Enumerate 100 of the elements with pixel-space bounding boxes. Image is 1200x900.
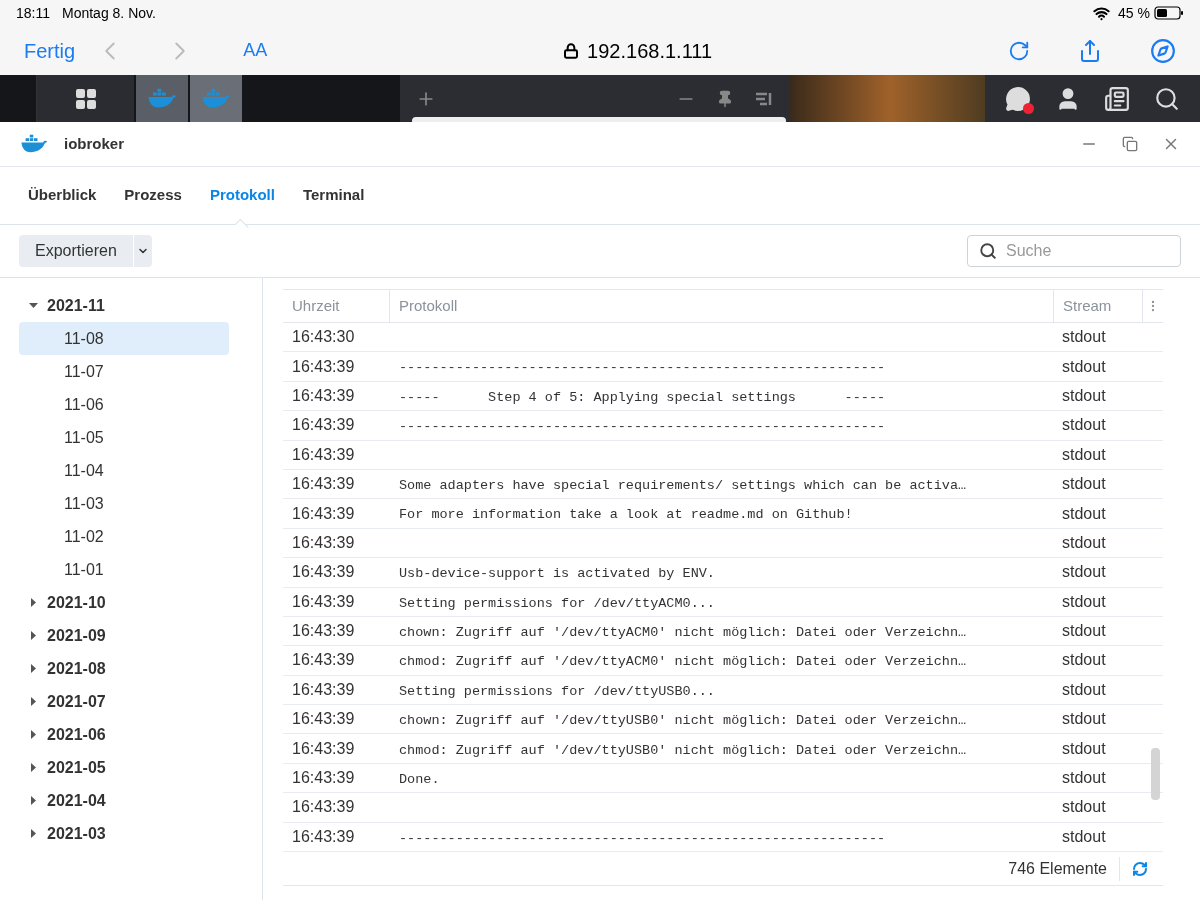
tree-item[interactable]: 11-03 (19, 487, 229, 520)
search-field[interactable]: Suche (967, 235, 1181, 267)
time-cell-text: 16:43:39 (291, 385, 356, 406)
tree-folder-label: 2021-05 (47, 757, 106, 778)
stream-cell-text: stdout (1061, 738, 1107, 759)
time-cell-text: 16:43:39 (291, 503, 356, 524)
app-button[interactable] (136, 75, 188, 122)
status-time: 18:11 (16, 3, 50, 23)
tab[interactable]: Prozess (124, 184, 182, 207)
log-message: Setting permissions for /dev/ttyUSB0... (399, 683, 715, 699)
collapsed-caret-icon (28, 631, 38, 640)
stream-cell-text: stdout (1061, 621, 1107, 642)
stream-cell-text: stdout (1061, 503, 1107, 524)
log-message: Setting permissions for /dev/ttyACM0... (399, 595, 715, 611)
stream-cell-text: stdout (1061, 562, 1107, 583)
time-cell-text: 16:43:39 (291, 444, 356, 465)
battery-icon (1154, 6, 1184, 20)
stream-cell-text: stdout (1061, 356, 1107, 377)
log-message: Usb-device-support is activated by ENV. (399, 566, 715, 582)
done-link[interactable]: Fertig (24, 35, 76, 66)
collapsed-caret-icon (28, 763, 38, 772)
tree-item[interactable]: 11-04 (19, 454, 229, 487)
refresh-icon[interactable] (1132, 860, 1148, 877)
grid-icon (73, 86, 98, 111)
collapsed-caret-icon (28, 664, 38, 673)
time-cell-text: 16:43:39 (291, 679, 356, 700)
tree-folder[interactable]: 2021-09 (19, 619, 229, 652)
time-cell-text: 16:43:39 (291, 591, 356, 612)
tree-folder-label: 2021-10 (47, 592, 106, 613)
time-cell-text: 16:43:39 (291, 826, 356, 847)
chat-icon (1004, 85, 1031, 112)
tree-folder-label: 2021-09 (47, 625, 106, 646)
time-cell-text: 16:43:39 (291, 621, 356, 642)
log-message: Done. (399, 771, 440, 787)
url-text[interactable]: 192.168.1.111 (587, 35, 713, 66)
time-cell-text: 16:43:39 (291, 562, 356, 583)
expanded-caret-icon (28, 301, 38, 310)
status-date: Montag 8. Nov. (62, 3, 156, 23)
scrollbar-thumb (1151, 748, 1160, 800)
export-dropdown-button[interactable] (133, 235, 152, 267)
tree-folder[interactable]: 2021-11 (19, 289, 229, 322)
log-message: For more information take a look at readme.md on Github! (399, 507, 853, 523)
restore-icon[interactable] (1122, 136, 1138, 152)
log-message: Some adapters have special requirements/ settings which can be activa… (399, 478, 967, 493)
tree-folder[interactable]: 2021-10 (19, 586, 229, 619)
stream-cell-text: stdout (1061, 385, 1107, 406)
stream-cell-text: stdout (1061, 444, 1107, 465)
tree-item[interactable]: 11-07 (19, 355, 229, 388)
app-icon (20, 134, 48, 154)
tree-item[interactable]: 11-06 (19, 388, 229, 421)
text-size-button[interactable]: AA (243, 37, 268, 64)
main-menu-button[interactable] (36, 75, 134, 122)
tree-item[interactable]: 11-08 (19, 322, 229, 355)
search-icon[interactable] (1154, 85, 1181, 112)
log-message: chmod: Zugriff auf '/dev/ttyACM0' nicht möglich: Datei oder Verzeichn… (399, 654, 967, 670)
battery-percent: 45 % (1118, 3, 1150, 23)
tree-item[interactable]: 11-02 (19, 520, 229, 553)
share-icon[interactable] (1078, 38, 1102, 63)
lock-icon (563, 42, 580, 59)
tab[interactable]: Überblick (28, 184, 97, 207)
tree-item[interactable]: 11-01 (19, 553, 229, 586)
tree-folder[interactable]: 2021-08 (19, 652, 229, 685)
tab[interactable]: Terminal (302, 184, 365, 207)
whale-icon (147, 88, 177, 109)
tree-folder-label: 2021-06 (47, 724, 106, 745)
whale-icon (201, 88, 231, 109)
tree-folder-label: 2021-04 (47, 790, 106, 811)
chat-button[interactable] (1004, 85, 1031, 112)
window-title: iobroker (64, 133, 124, 154)
time-cell-text: 16:43:39 (291, 738, 356, 759)
tree-folder[interactable]: 2021-04 (19, 784, 229, 817)
stream-cell-text: stdout (1061, 797, 1107, 818)
stream-cell-text: stdout (1061, 650, 1107, 671)
pin-icon[interactable] (716, 89, 734, 108)
stream-cell-text: stdout (1061, 826, 1107, 847)
tree-folder[interactable]: 2021-07 (19, 685, 229, 718)
log-message: ------------------------------------------------------------ (399, 419, 886, 435)
export-button[interactable]: Exportieren (19, 235, 133, 267)
news-icon[interactable] (1104, 85, 1131, 112)
time-cell-text: 16:43:39 (291, 650, 356, 671)
log-message: chmod: Zugriff auf '/dev/ttyUSB0' nicht möglich: Datei oder Verzeichn… (399, 742, 967, 758)
compass-icon[interactable] (1150, 37, 1176, 64)
time-cell-text: 16:43:39 (291, 532, 356, 553)
tree-folder-label: 2021-11 (47, 295, 105, 316)
stream-cell-text: stdout (1061, 474, 1107, 495)
search-icon (979, 242, 997, 260)
tree-folder[interactable]: 2021-03 (19, 817, 229, 850)
tree-folder[interactable]: 2021-05 (19, 751, 229, 784)
time-cell-text: 16:43:30 (291, 327, 356, 348)
collapsed-caret-icon (28, 697, 38, 706)
tree-folder-label: 2021-07 (47, 691, 106, 712)
tab[interactable]: Protokoll (209, 184, 275, 207)
reload-icon[interactable] (1008, 39, 1030, 62)
log-message: ------------------------------------------------------------ (399, 360, 886, 376)
tree-item[interactable]: 11-05 (19, 421, 229, 454)
time-cell-text: 16:43:39 (291, 415, 356, 436)
wifi-icon (1093, 4, 1111, 22)
log-message: ----- Step 4 of 5: Applying special settings ----- (399, 389, 886, 405)
tree-folder[interactable]: 2021-06 (19, 718, 229, 751)
item-count: 746 Elemente (1008, 856, 1120, 881)
